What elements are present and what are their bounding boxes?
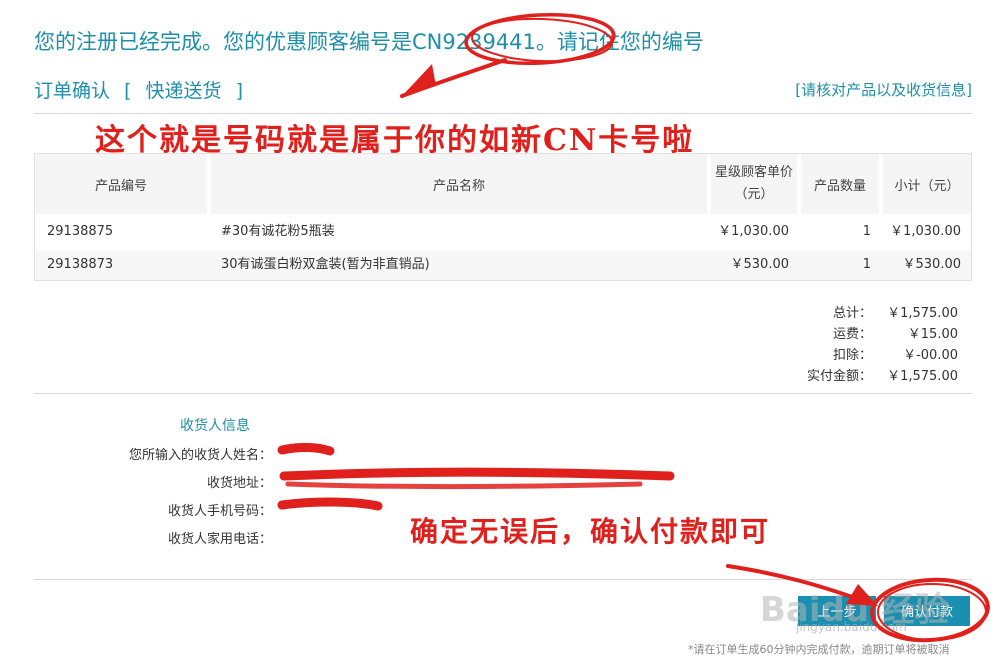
bracket-open: [: [124, 80, 132, 102]
consignee-phone-label: 收货人家用电话：: [167, 532, 272, 547]
subtotal: ￥1,030.00: [890, 224, 961, 239]
divider: [34, 393, 972, 394]
divider: [34, 113, 972, 114]
consignee-address-label: 收货地址：: [206, 476, 272, 491]
divider: [34, 579, 972, 580]
product-name: 30有诚蛋白粉双盒装(暂为非直销品): [221, 257, 430, 272]
product-table: 产品编号 产品名称 星级顾客单价 （元） 产品数量 小计（元） 29138875…: [34, 153, 972, 281]
product-code: 29138873: [47, 257, 114, 272]
header-quantity: 产品数量: [801, 154, 879, 214]
verify-info-link[interactable]: [请核对产品以及收货信息]: [795, 79, 972, 100]
header-unit-price: 星级顾客单价 （元）: [711, 154, 797, 214]
arrow-head: [402, 64, 436, 96]
arrow-stroke: [400, 58, 507, 98]
product-name: #30有诚花粉5瓶装: [221, 224, 335, 239]
product-code: 29138875: [47, 224, 114, 239]
redaction-mark: [285, 481, 643, 490]
unit-price: ￥530.00: [730, 257, 790, 272]
redaction-mark: [277, 497, 383, 511]
summary-total-value: ￥1,575.00: [887, 306, 958, 321]
summary-deduction-value: ￥-00.00: [903, 348, 958, 363]
quantity: 1: [862, 257, 871, 272]
subtotal: ￥530.00: [902, 257, 962, 272]
order-confirm-title: 订单确认: [34, 80, 111, 102]
quantity: 1: [862, 224, 871, 239]
unit-price: ￥1,030.00: [718, 224, 789, 239]
summary-shipping-value: ￥15.00: [907, 327, 958, 342]
summary-paid-value: ￥1,575.00: [887, 369, 958, 384]
order-confirm-heading: 订单确认 [ 快递送货 ]: [34, 76, 243, 103]
table-row: 29138873 30有诚蛋白粉双盒装(暂为非直销品) ￥530.00 1 ￥5…: [35, 250, 971, 280]
redaction-mark: [279, 467, 675, 481]
header-subtotal: 小计（元）: [883, 154, 971, 214]
annotation-confirm-payment: 确定无误后，确认付款即可: [410, 515, 771, 548]
header-product-code: 产品编号: [35, 154, 207, 214]
consignee-section-title: 收货人信息: [180, 418, 250, 434]
table-row: 29138875 #30有诚花粉5瓶装 ￥1,030.00 1 ￥1,030.0…: [35, 217, 971, 247]
redaction-mark: [277, 443, 335, 456]
header-product-name: 产品名称: [211, 154, 707, 214]
shipping-method-link[interactable]: 快递送货: [146, 80, 222, 102]
header-unit-price-line2: （元）: [734, 187, 774, 202]
consignee-name-label: 您所输入的收货人姓名：: [128, 448, 272, 463]
bracket-close: ]: [235, 80, 244, 102]
consignee-mobile-label: 收货人手机号码：: [167, 504, 272, 519]
baidu-watermark-url: jingyan.baidu.com: [796, 620, 907, 634]
header-unit-price-line1: 星级顾客单价: [714, 165, 793, 180]
payment-deadline-note: *请在订单生成60分钟内完成付款，逾期订单将被取消: [688, 643, 950, 656]
registration-notice: 您的注册已经完成。您的优惠顾客编号是CN9239441。请记住您的编号: [34, 30, 704, 54]
